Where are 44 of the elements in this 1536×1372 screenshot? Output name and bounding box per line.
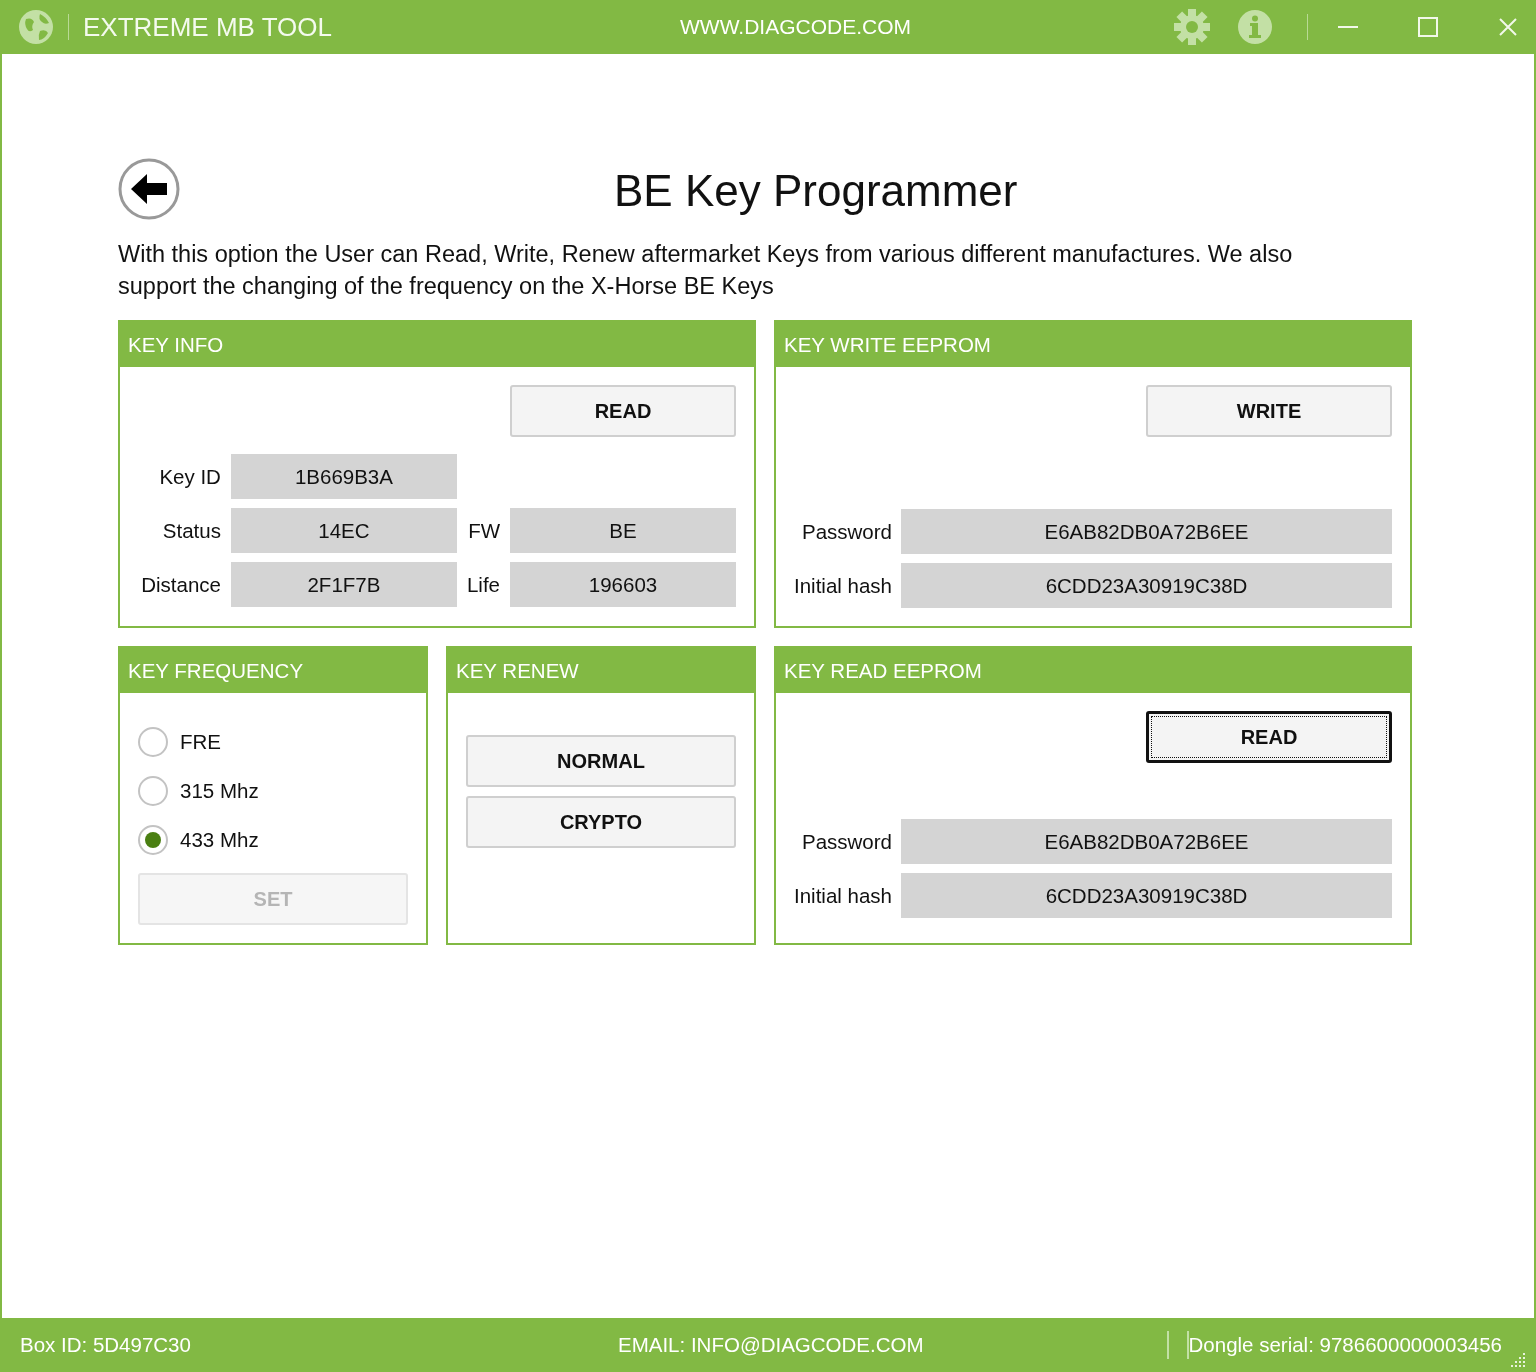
field-label: Initial hash <box>794 883 892 908</box>
box-id-text: Box ID: 5D497C30 <box>20 1333 191 1357</box>
radio-option[interactable]: FRE <box>138 717 408 766</box>
maximize-icon[interactable] <box>1418 17 1438 37</box>
page-title: BE Key Programmer <box>614 166 1018 216</box>
panel-header: KEY INFO <box>120 322 754 367</box>
panel-header: KEY WRITE EEPROM <box>776 322 1410 367</box>
resize-grip-icon[interactable] <box>1510 1352 1526 1368</box>
text-field[interactable]: BE <box>510 508 736 553</box>
close-icon[interactable] <box>1498 17 1518 37</box>
text-field[interactable]: 196603 <box>510 562 736 607</box>
globe-icon <box>18 9 54 45</box>
action-button[interactable]: READ <box>510 385 736 437</box>
field-label: Life <box>466 572 500 597</box>
field-label: Distance <box>140 572 221 597</box>
minimize-icon[interactable] <box>1338 25 1358 29</box>
action-button[interactable]: WRITE <box>1146 385 1392 437</box>
text-field[interactable]: 6CDD23A30919C38D <box>901 873 1392 918</box>
field-label: Password <box>801 519 892 544</box>
panel-header: KEY FREQUENCY <box>120 648 426 693</box>
info-icon[interactable] <box>1237 9 1273 45</box>
description-text: With this option the User can Read, Write, Renew aftermarket Keys from various different manufactures. We also support the changing of the frequency on the X-Horse BE Keys <box>118 240 1294 301</box>
field-label: FW <box>467 518 500 543</box>
action-button[interactable]: CRYPTO <box>466 796 736 848</box>
text-field[interactable]: E6AB82DB0A72B6EE <box>901 509 1392 554</box>
action-button[interactable]: READ <box>1146 711 1392 763</box>
text-field[interactable]: 6CDD23A30919C38D <box>901 563 1392 608</box>
dongle-serial-text: Dongle serial: 9786600000003456 <box>1188 1333 1502 1357</box>
radio-option[interactable]: 433 Mhz <box>138 815 408 864</box>
field-label: Password <box>801 829 892 854</box>
panel-header: KEY READ EEPROM <box>776 648 1410 693</box>
app-title: EXTREME MB TOOL <box>83 11 332 43</box>
settings-icon[interactable] <box>1173 8 1211 46</box>
text-field[interactable]: 1B669B3A <box>230 454 457 499</box>
radio-option[interactable]: 315 Mhz <box>138 766 408 815</box>
text-field[interactable]: 14EC <box>230 508 457 553</box>
field-label: Status <box>161 518 221 543</box>
field-label: Initial hash <box>794 573 892 598</box>
action-button[interactable]: NORMAL <box>466 735 736 787</box>
field-label: Key ID <box>158 464 221 489</box>
email-text: EMAIL: INFO@DIAGCODE.COM <box>618 1333 924 1357</box>
text-field[interactable]: E6AB82DB0A72B6EE <box>901 819 1392 864</box>
panel-header: KEY RENEW <box>448 648 754 693</box>
text-field[interactable]: 2F1F7B <box>230 562 457 607</box>
